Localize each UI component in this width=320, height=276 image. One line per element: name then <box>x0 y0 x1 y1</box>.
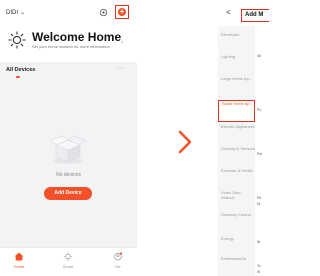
add-button-highlight[interactable]: + <box>115 5 129 19</box>
chevron-right-icon <box>178 130 192 154</box>
add-device-screen: < Add M Electrician Lighting Large Home … <box>218 0 269 276</box>
nav-me-label: Me <box>115 264 121 269</box>
category-item[interactable]: Entertainment <box>218 256 255 276</box>
category-item[interactable]: Large Home Ap... <box>218 76 255 98</box>
home-icon <box>14 252 24 261</box>
plus-circle-icon[interactable]: + <box>118 8 126 16</box>
chevron-down-icon: ⌄ <box>20 10 26 16</box>
profile-icon <box>114 252 123 261</box>
welcome-card[interactable]: Welcome Home Set your home location for … <box>0 26 137 62</box>
sun-icon <box>8 31 26 49</box>
page-title-highlight: Add M <box>241 9 269 22</box>
device-list: Sh Po Per Pe Di W Tc W <box>255 26 269 276</box>
page-title: Add M <box>245 12 264 18</box>
tab-active-indicator <box>16 76 20 78</box>
scan-icon[interactable] <box>99 8 108 17</box>
category-item-selected[interactable]: Small Home Ap... <box>218 100 255 122</box>
category-item[interactable]: Lighting <box>218 54 255 76</box>
add-device-button[interactable]: Add Device <box>44 187 92 200</box>
nav-home-label: Home <box>13 264 25 269</box>
device-label[interactable]: Tc <box>257 264 261 268</box>
welcome-subtitle: Set your home location for more informat… <box>32 44 110 49</box>
top-bar: DIDI ⌄ + <box>0 0 137 26</box>
category-item[interactable]: Electrician <box>218 32 255 54</box>
category-item[interactable]: Gateway Control <box>218 212 255 234</box>
empty-box-icon <box>50 135 86 164</box>
devices-tab-bar: All Devices ··· <box>0 62 137 80</box>
category-item[interactable]: Kitchen Appliances <box>218 124 255 146</box>
device-label[interactable]: Po <box>257 108 261 112</box>
category-item[interactable]: Security & Sensors <box>218 146 255 168</box>
device-label[interactable]: Per <box>257 152 262 156</box>
category-sidebar: Electrician Lighting Large Home Ap... Sm… <box>218 26 255 276</box>
welcome-title: Welcome Home <box>32 30 122 44</box>
back-icon[interactable]: < <box>226 8 231 17</box>
nav-me[interactable]: Me <box>103 252 133 269</box>
nav-smart[interactable]: Smart <box>53 252 83 269</box>
bottom-nav: Home Smart Me <box>0 247 137 276</box>
category-item[interactable]: Energy <box>218 236 255 258</box>
device-label[interactable]: W <box>257 240 260 244</box>
device-label[interactable]: Sh <box>257 54 261 58</box>
home-screen: DIDI ⌄ + Welcome Home Set your home locat… <box>0 0 137 276</box>
nav-smart-label: Smart <box>62 264 74 269</box>
tab-all-devices[interactable]: All Devices <box>6 67 35 73</box>
category-item[interactable]: Video Surv-eillance <box>218 190 255 212</box>
more-icon[interactable]: ··· <box>117 65 126 72</box>
empty-state-text: No devices <box>56 172 81 178</box>
chevron-right-icon: › <box>121 39 124 46</box>
nav-home[interactable]: Home <box>4 252 34 269</box>
home-selector[interactable]: DIDI ⌄ <box>6 9 25 16</box>
device-label[interactable]: Di <box>257 202 260 206</box>
device-label[interactable]: Pe <box>257 196 261 200</box>
device-label[interactable]: W <box>257 270 260 274</box>
smart-icon <box>63 252 73 261</box>
home-name-label: DIDI <box>6 10 18 16</box>
category-item[interactable]: Exercise & Health <box>218 168 255 190</box>
